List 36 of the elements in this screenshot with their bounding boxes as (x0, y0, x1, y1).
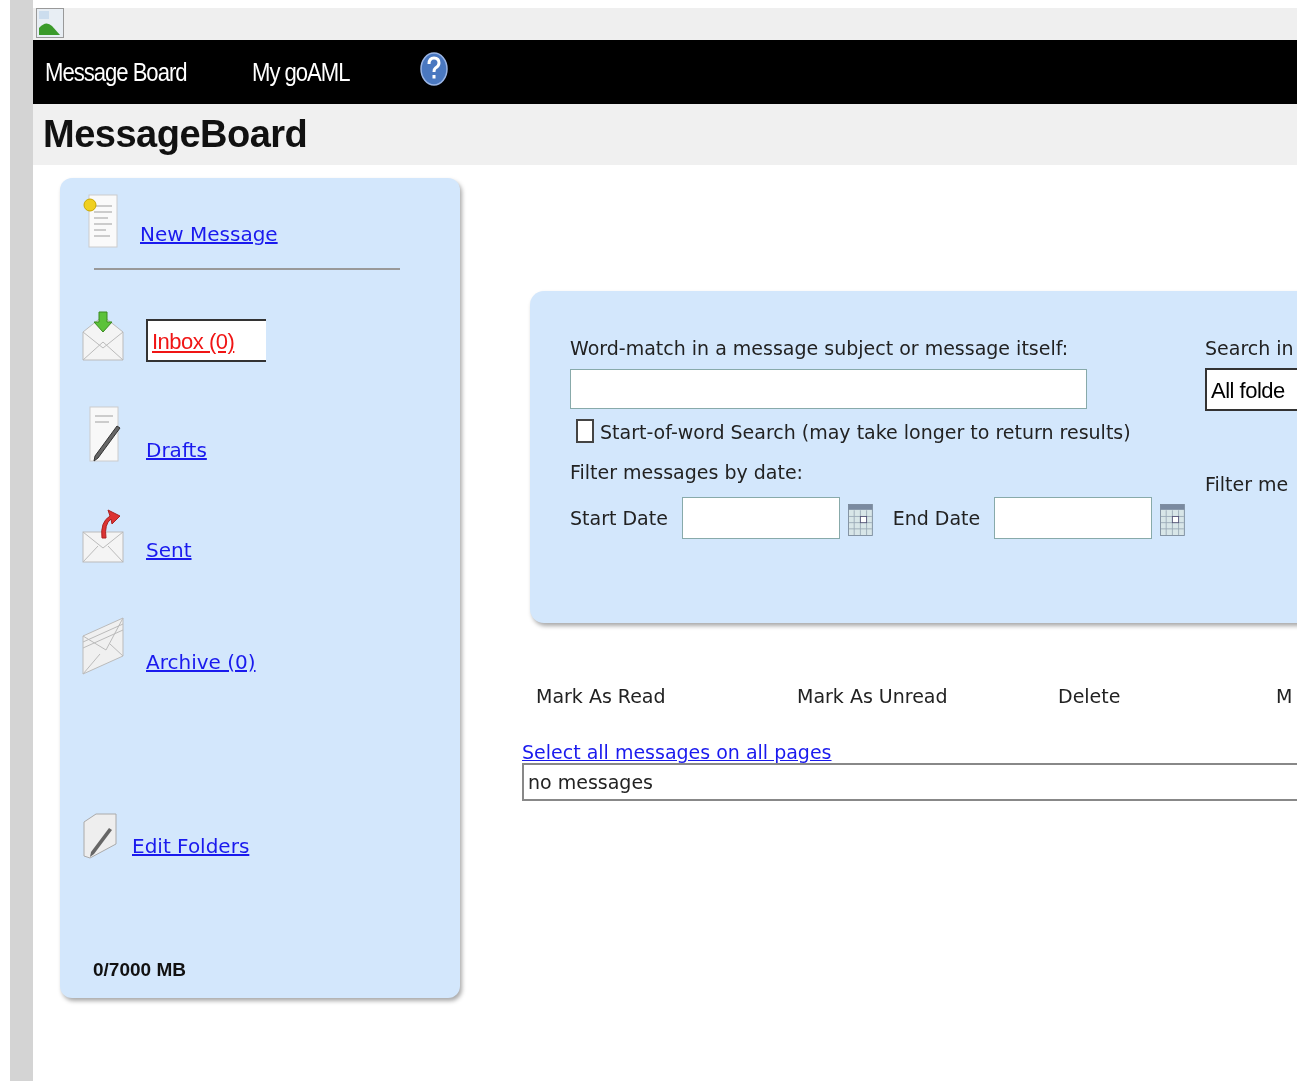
field-label: Filter me (1205, 473, 1290, 495)
field-label: Word-match in a message subject or message itself: (570, 337, 1070, 359)
folder-link[interactable]: Drafts (146, 438, 207, 464)
nav-link[interactable]: Message Board (45, 56, 187, 88)
calendar-icon[interactable] (1160, 502, 1185, 538)
date-field[interactable] (681, 497, 840, 539)
new-message-link[interactable]: New Message (140, 222, 278, 248)
select-all-link[interactable]: Select all messages on all pages (522, 741, 832, 763)
action-link[interactable]: Mark As Read (536, 685, 797, 707)
field-label: End Date (892, 507, 981, 529)
field-label: Filter messages by date: (570, 461, 804, 483)
storage-quota: 0/7000 MB (93, 959, 186, 981)
nav-link[interactable]: My goAML (251, 56, 349, 88)
date-field[interactable] (994, 497, 1153, 539)
field-label: Search in (1205, 337, 1295, 359)
action-link[interactable]: Delete (1058, 685, 1276, 707)
field-label: Start Date (570, 507, 668, 529)
checkbox-label: Start-of-word Search (may take longer to return results) (600, 421, 1131, 443)
action-link[interactable]: Mark As Unread (797, 685, 1058, 707)
page-title: MessageBoard (43, 113, 308, 156)
stacked-envelopes-icon (82, 614, 124, 676)
empty-message: no messages (528, 771, 653, 793)
envelope-arrow-icon (82, 508, 124, 564)
folder-link[interactable]: Sent (146, 538, 192, 564)
action-link[interactable]: M (1276, 685, 1293, 707)
calendar-icon[interactable] (847, 502, 873, 538)
folder-link[interactable]: Inbox (0) (146, 319, 266, 362)
help-icon[interactable] (420, 52, 449, 86)
envelope-arrow-icon (82, 310, 124, 362)
edit-folders-link[interactable]: Edit Folders (132, 834, 250, 860)
folder-pencil-icon (82, 810, 118, 860)
new-document-icon (82, 192, 118, 248)
folder-dropdown[interactable]: All folde (1205, 368, 1297, 411)
checkbox[interactable] (576, 419, 594, 443)
folder-link[interactable]: Archive (0) (146, 650, 256, 676)
search-field[interactable] (570, 369, 1087, 409)
